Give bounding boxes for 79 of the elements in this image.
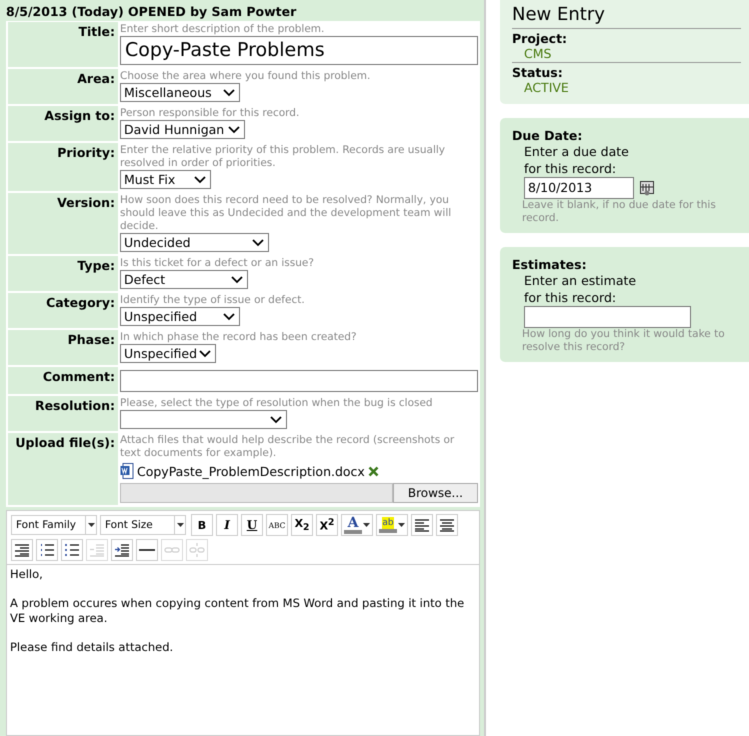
chevron-icon <box>231 276 243 284</box>
align-right-icon[interactable] <box>11 539 33 561</box>
info-label: Project: <box>512 31 568 46</box>
format-button[interactable]: B <box>191 514 213 536</box>
chevron-icon <box>223 88 235 96</box>
chevron-icon <box>199 350 211 358</box>
format-button[interactable]: X$_{2}$ <box>291 514 313 536</box>
caret-icon <box>363 523 370 527</box>
chevron-icon <box>252 238 264 246</box>
select-dropdown[interactable]: Miscellaneous <box>120 83 240 102</box>
select-dropdown[interactable]: David Hunnigan <box>120 120 245 139</box>
section-title: Due Date: <box>512 128 584 143</box>
field-label: Category: <box>46 295 115 310</box>
indent-icon[interactable] <box>111 539 133 561</box>
caret-icon <box>88 523 94 527</box>
calendar-icon[interactable] <box>640 180 654 196</box>
date-field[interactable]: 8/10/2013 <box>524 177 634 199</box>
browse-button[interactable]: Browse... <box>392 483 478 503</box>
field-label: Comment: <box>42 369 115 384</box>
field-label: Resolution: <box>34 398 115 413</box>
field-label: Upload file(s): <box>15 435 115 450</box>
section-title: Estimates: <box>512 257 588 272</box>
field-hint: Person responsible for this record. <box>120 107 300 120</box>
field-hint: Enter the relative priority of this problem. Records are usually resolved in order of priorities. <box>120 144 446 170</box>
field-label: Area: <box>77 71 115 86</box>
bullets-icon[interactable] <box>36 539 58 561</box>
toolbar-dropdown[interactable]: Font Size <box>100 515 186 535</box>
editor-area[interactable]: Hello, A problem occures when copying content from MS Word and pasting it into the VE working area. Please find details attached. <box>7 565 479 735</box>
numbers-icon[interactable] <box>61 539 83 561</box>
toolbar-dropdown[interactable]: Font Family <box>11 515 97 535</box>
field-hint: In which phase the record has been created? <box>120 331 358 344</box>
estimate-field[interactable] <box>524 306 691 328</box>
info-label: Status: <box>512 65 564 80</box>
remove-icon[interactable] <box>368 466 379 476</box>
select-dropdown[interactable]: Defect <box>120 270 248 289</box>
attached-file-link[interactable]: CopyPaste_ProblemDescription.docx <box>137 464 365 478</box>
prompt-text: Enter an estimate for this record: <box>523 272 638 306</box>
help-note: How long do you think it would take to resolve this record? <box>521 328 726 354</box>
title-field[interactable]: Copy-Paste Problems <box>120 36 478 65</box>
caret-icon <box>176 523 184 527</box>
select-dropdown[interactable]: Undecided <box>120 233 269 252</box>
document-icon <box>120 463 134 479</box>
select-dropdown[interactable]: Unspecified <box>120 344 216 363</box>
format-button[interactable]: X$^{2}$ <box>316 514 338 536</box>
caret-icon <box>398 523 405 527</box>
format-button[interactable]: U <box>241 514 263 536</box>
format-button[interactable]: I <box>216 514 238 536</box>
field-hint: Attach files that would help describe the record (screenshots or text documents for example). <box>120 434 456 460</box>
field-label: Phase: <box>68 332 115 347</box>
field-hint: Identify the type of issue or defect. <box>120 294 306 307</box>
field-label: Assign to: <box>44 108 115 123</box>
select-dropdown[interactable] <box>120 410 287 429</box>
field-label: Version: <box>57 195 115 210</box>
align-left-icon[interactable] <box>411 514 433 536</box>
chevron-icon <box>223 312 235 320</box>
field-label: Title: <box>78 24 115 39</box>
chevron-icon <box>194 176 206 184</box>
chevron-icon <box>228 126 240 134</box>
field-hint: How soon does this record need to be resolved? Normally, you should leave this as Undecided and the development team will decide. <box>120 194 452 233</box>
prompt-text: Enter a due date for this record: <box>523 143 630 177</box>
field-label: Priority: <box>57 145 115 160</box>
text-color-button[interactable]: A <box>341 514 373 536</box>
panel-title: New Entry <box>512 4 741 29</box>
file-path-field[interactable] <box>120 483 393 503</box>
form-header: 8/5/2013 (Today) OPENED by Sam Powter <box>5 3 298 21</box>
info-value: CMS <box>523 46 552 61</box>
select-dropdown[interactable]: Must Fix <box>120 170 211 189</box>
chevron-icon <box>270 416 282 424</box>
field-label: Type: <box>77 258 115 273</box>
field-hint: Enter short description of the problem. <box>120 23 326 36</box>
comment-field[interactable] <box>120 370 478 392</box>
help-note: Leave it blank, if no due date for this record. <box>521 199 717 225</box>
info-value: ACTIVE <box>523 80 570 95</box>
field-hint: Is this ticket for a defect or an issue? <box>120 257 315 270</box>
select-dropdown[interactable]: Unspecified <box>120 307 240 326</box>
highlight-button[interactable]: ab <box>376 514 408 536</box>
field-hint: Please, select the type of resolution when the bug is closed <box>120 397 434 410</box>
align-center-icon[interactable] <box>436 514 458 536</box>
field-hint: Choose the area where you found this problem. <box>120 70 372 83</box>
